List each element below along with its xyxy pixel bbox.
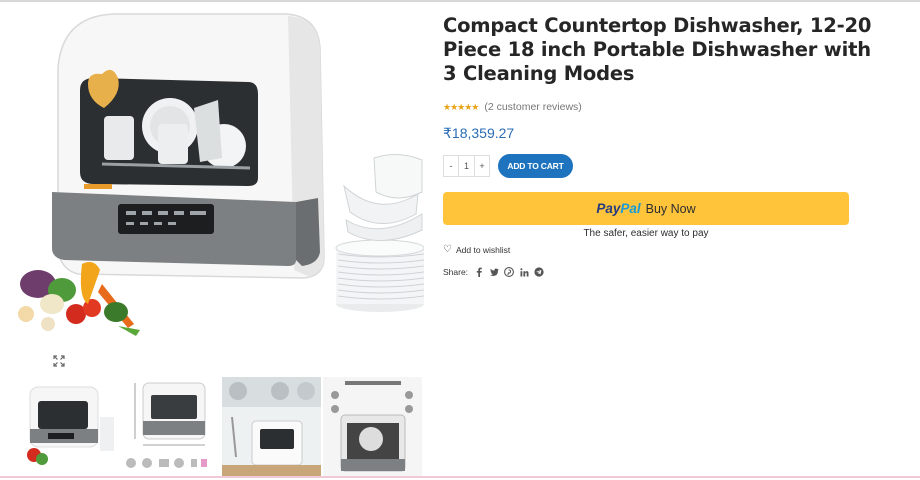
product-title: Compact Countertop Dishwasher, 12-20 Pie… <box>443 14 872 85</box>
pinterest-icon[interactable] <box>504 267 514 277</box>
paypal-buy-now-button[interactable]: PayPal Buy Now <box>443 192 849 225</box>
share-row: Share: <box>443 266 549 278</box>
dishwasher-body <box>52 13 325 279</box>
paypal-tagline: The safer, easier way to pay <box>583 228 709 239</box>
rating-row: ★★★★★ (2 customer reviews) <box>443 100 582 114</box>
product-price: ₹18,359.27 <box>443 125 515 141</box>
top-divider <box>0 0 920 2</box>
paypal-button-label: Buy Now <box>645 201 696 216</box>
bottom-divider <box>0 476 920 478</box>
wishlist-label: Add to wishlist <box>455 245 511 255</box>
quantity-input[interactable]: 1 <box>458 156 475 176</box>
zoom-button[interactable] <box>44 346 74 376</box>
telegram-icon[interactable] <box>534 267 544 277</box>
dishwasher-illustration <box>18 13 425 336</box>
thumbnail-2[interactable] <box>121 377 220 476</box>
thumbnail-1[interactable] <box>20 377 119 476</box>
star-rating: ★★★★★ <box>443 101 479 112</box>
add-to-wishlist-link[interactable]: ♡ Add to wishlist <box>443 244 510 256</box>
customer-reviews-link[interactable]: (2 customer reviews) <box>484 101 581 113</box>
paypal-logo-pal: Pal <box>620 201 641 216</box>
add-to-cart-button[interactable]: ADD TO CART <box>498 154 573 178</box>
quantity-stepper: - 1 + <box>443 155 490 177</box>
thumbnail-gallery <box>20 377 424 476</box>
expand-icon <box>53 355 65 367</box>
paypal-logo: PayPal <box>596 201 640 216</box>
thumbnail-3[interactable] <box>222 377 321 476</box>
quantity-decrease-button[interactable]: - <box>444 156 458 176</box>
paypal-logo-pay: Pay <box>596 201 621 216</box>
linkedin-icon[interactable] <box>519 267 529 277</box>
thumbnail-dishwasher-image <box>27 386 114 465</box>
main-product-image[interactable] <box>18 8 425 376</box>
thumbnail-dimensions-image <box>126 382 207 468</box>
share-label: Share: <box>443 267 469 277</box>
stacked-plates <box>335 154 425 312</box>
thumbnail-kitchen-image <box>222 377 321 476</box>
heart-icon: ♡ <box>443 244 452 255</box>
quantity-increase-button[interactable]: + <box>475 156 489 176</box>
twitter-icon[interactable] <box>489 267 499 277</box>
thumbnail-capacity-image <box>323 377 422 476</box>
thumbnail-4[interactable] <box>323 377 422 476</box>
facebook-icon[interactable] <box>474 267 484 277</box>
